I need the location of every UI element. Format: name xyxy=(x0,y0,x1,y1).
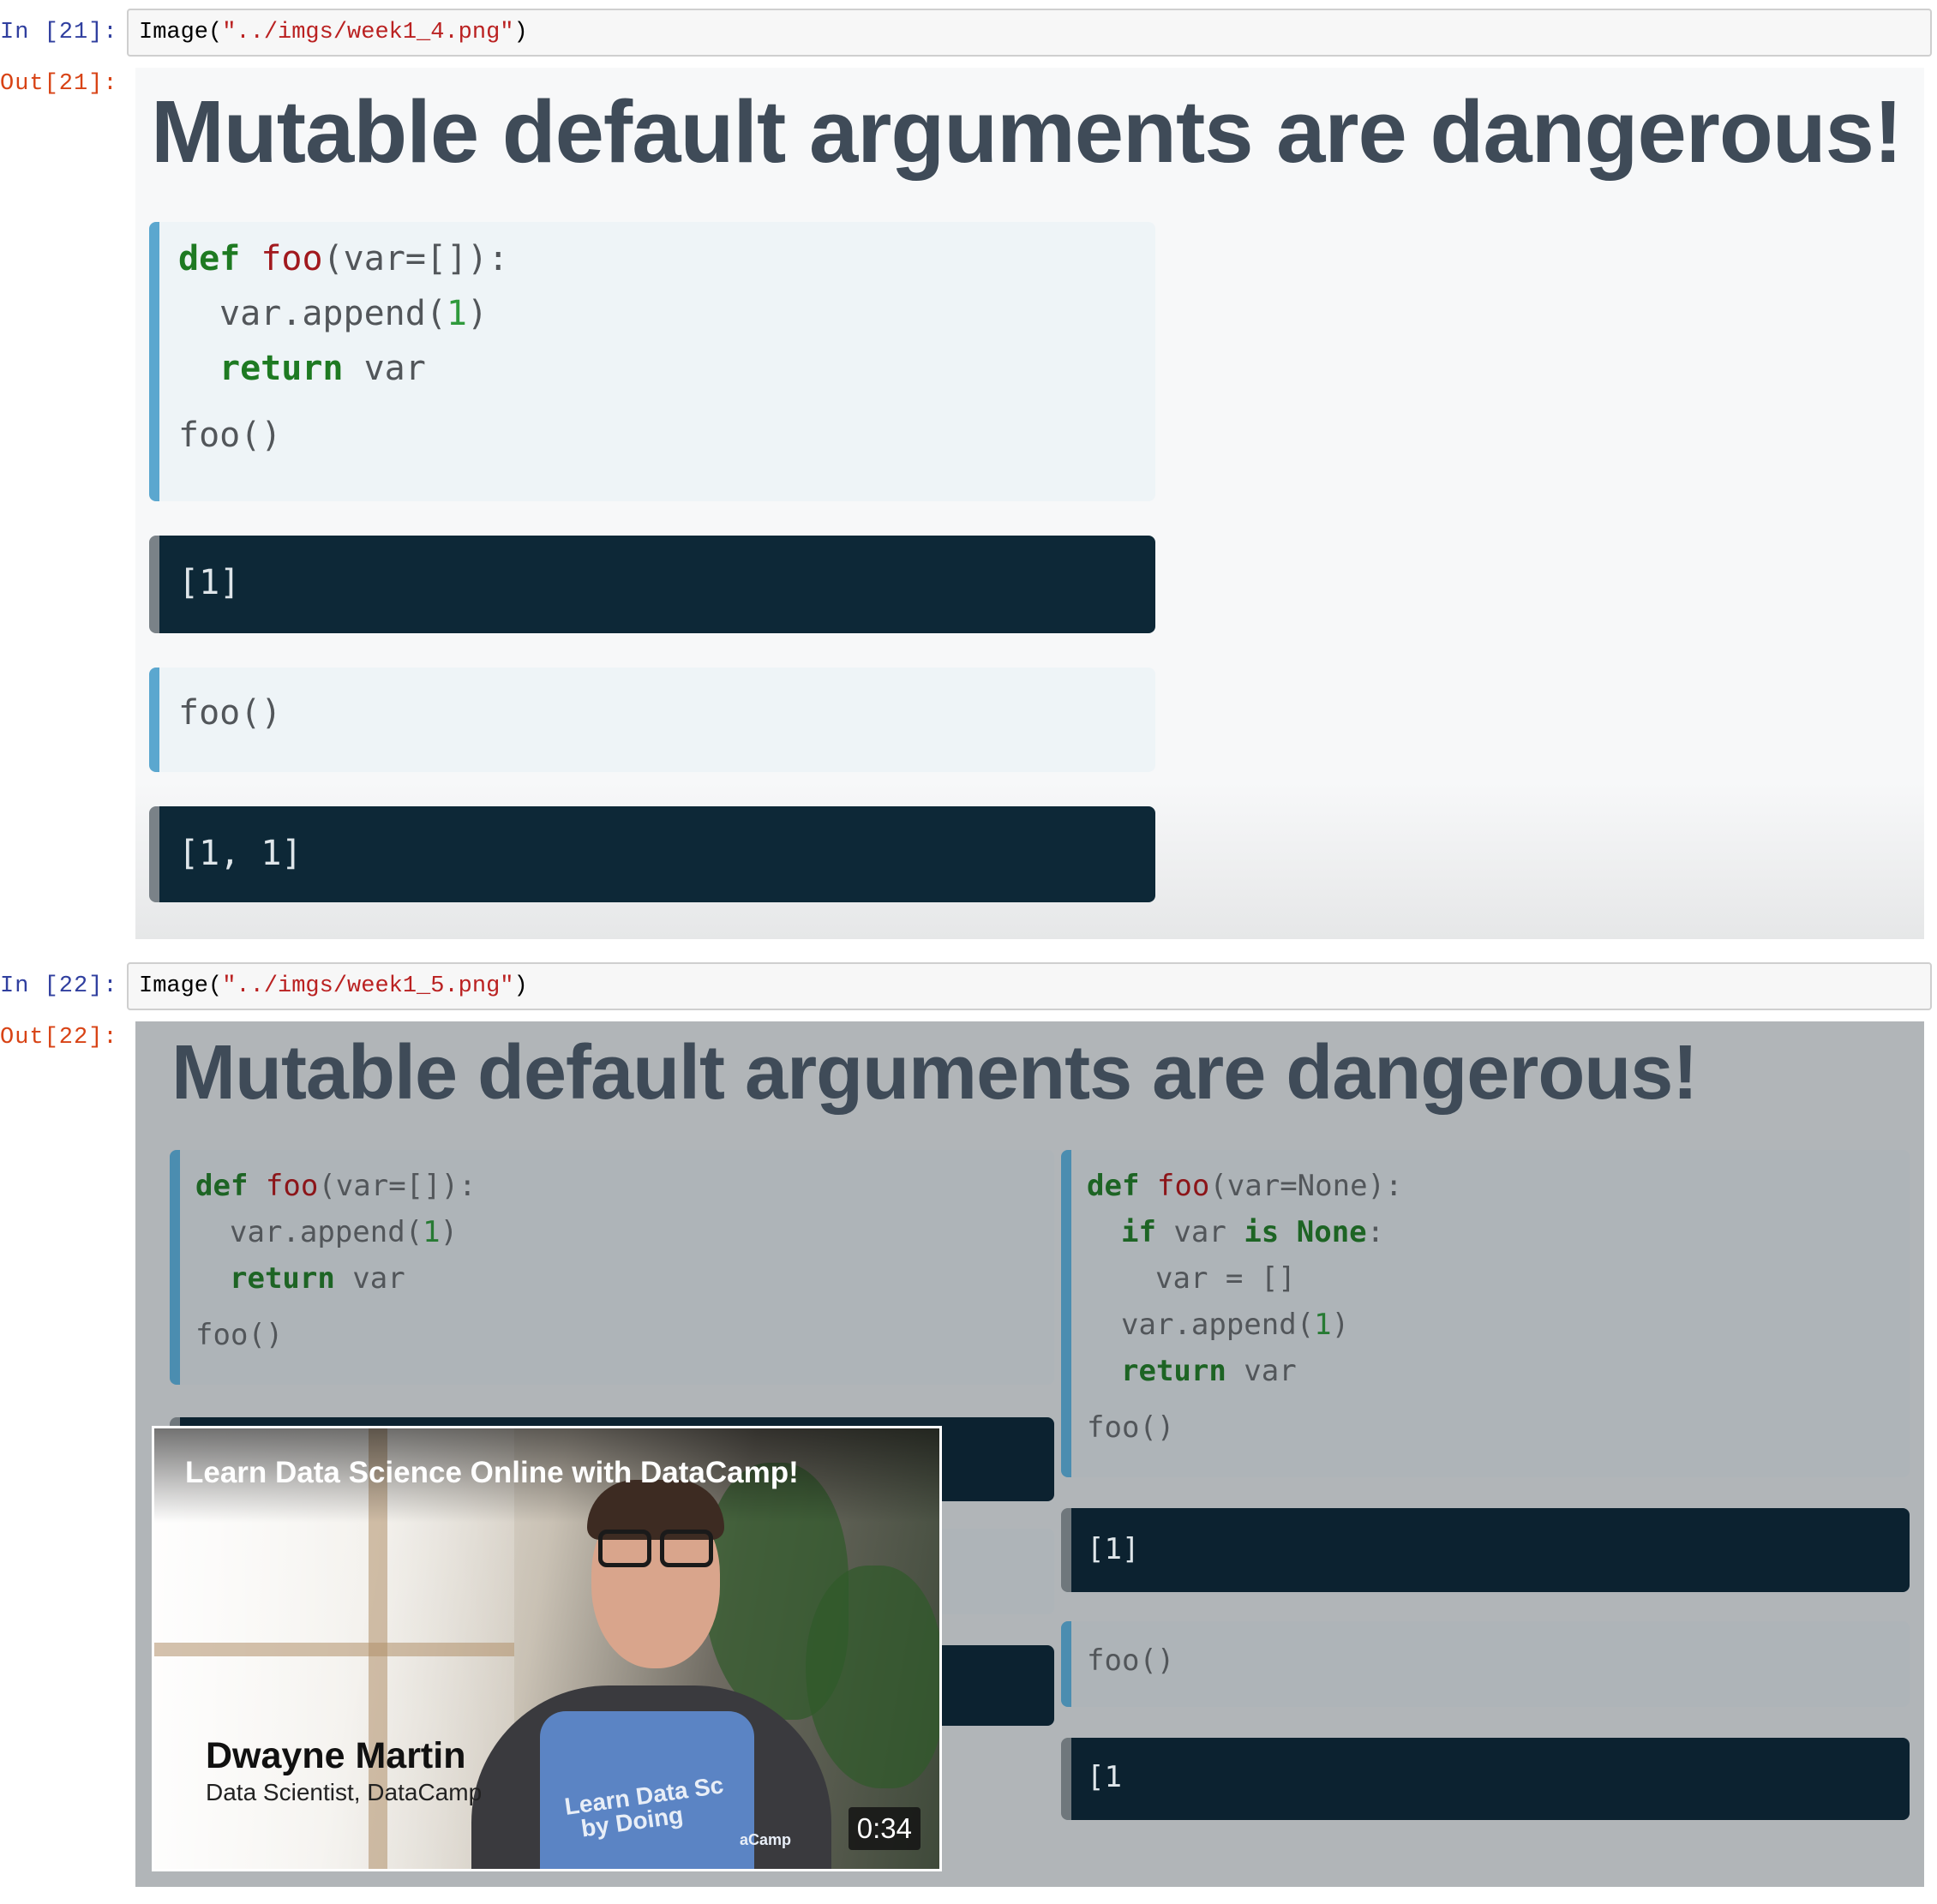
code-text: var.append( xyxy=(219,294,447,333)
input-prompt: In [22]: xyxy=(0,973,118,999)
code-output-block: [1] xyxy=(1061,1508,1910,1592)
code-line: foo() xyxy=(195,1318,284,1352)
keyword: def xyxy=(178,239,241,278)
function-name: foo xyxy=(261,239,323,278)
number-literal: 1 xyxy=(1314,1308,1332,1342)
output-text: [1] xyxy=(1087,1532,1140,1566)
code-text: var.append( xyxy=(230,1215,423,1249)
code-text: (var=None): xyxy=(1209,1169,1403,1203)
code-input-cell[interactable]: Image("../imgs/week1_4.png") xyxy=(127,9,1932,57)
output-text: [1 xyxy=(1087,1760,1122,1794)
code-line: def foo(var=[]): xyxy=(195,1169,477,1203)
input-prompt: In [21]: xyxy=(0,20,118,45)
code-line: return var xyxy=(230,1261,405,1296)
code-block: def foo(var=None): if var is None: var =… xyxy=(1061,1150,1910,1477)
number-literal: 1 xyxy=(446,294,467,333)
code-line: def foo(var=[]): xyxy=(178,239,508,278)
code-text: ) xyxy=(1331,1308,1350,1342)
output-image-slide: Mutable default arguments are dangerous!… xyxy=(135,68,1924,939)
glasses-icon xyxy=(598,1530,651,1567)
code-line: return var xyxy=(219,349,426,388)
code-line: var = [] xyxy=(1155,1261,1296,1296)
output-text: [1, 1] xyxy=(178,834,303,873)
code-text: var xyxy=(334,1261,405,1296)
keyword: None xyxy=(1296,1215,1367,1249)
function-name: foo xyxy=(1156,1169,1210,1203)
code-text: ) xyxy=(440,1215,459,1249)
code-text: ) xyxy=(467,294,489,333)
code-text: (var=[]): xyxy=(318,1169,477,1203)
presenter-lower-third: Dwayne Martin Data Scientist, DataCamp xyxy=(206,1735,482,1806)
code-block: foo() xyxy=(1061,1621,1910,1707)
code-line: if var is None: xyxy=(1121,1215,1384,1249)
code-string-literal: "../imgs/week1_4.png" xyxy=(222,20,514,45)
code-line: foo() xyxy=(178,416,282,455)
code-call: Image( xyxy=(139,20,223,45)
code-block: def foo(var=[]): var.append(1) return va… xyxy=(170,1150,1054,1385)
function-name: foo xyxy=(265,1169,319,1203)
code-line: return var xyxy=(1121,1354,1297,1388)
video-player[interactable]: Learn Data Sc by Doing aCamp Learn Data … xyxy=(152,1426,942,1871)
code-line: def foo(var=None): xyxy=(1087,1169,1403,1203)
number-literal: 1 xyxy=(423,1215,441,1249)
code-output-block: [1] xyxy=(149,536,1155,633)
presenter-role: Data Scientist, DataCamp xyxy=(206,1779,483,1805)
code-text: var.append( xyxy=(1121,1308,1315,1342)
output-text: [1] xyxy=(178,563,241,602)
glasses-icon xyxy=(660,1530,713,1567)
keyword: return xyxy=(219,349,344,388)
keyword: is xyxy=(1244,1215,1280,1249)
output-prompt: Out[22]: xyxy=(0,1025,118,1051)
code-block: foo() xyxy=(149,668,1155,772)
keyword: return xyxy=(230,1261,335,1296)
presenter-name: Dwayne Martin xyxy=(206,1735,466,1776)
plant-leaves xyxy=(806,1566,939,1788)
keyword: def xyxy=(1087,1169,1140,1203)
code-input-cell[interactable]: Image("../imgs/week1_5.png") xyxy=(127,962,1932,1010)
code-output-block: [1, 1] xyxy=(149,806,1155,902)
code-output-block: [1 xyxy=(1061,1738,1910,1820)
code-line: foo() xyxy=(1087,1410,1175,1445)
video-title[interactable]: Learn Data Science Online with DataCamp! xyxy=(185,1456,799,1490)
code-line: var.append(1) xyxy=(230,1215,458,1249)
slide-title: Mutable default arguments are dangerous! xyxy=(171,1030,1698,1116)
keyword: if xyxy=(1121,1215,1156,1249)
code-call-close: ) xyxy=(513,973,528,999)
code-string-literal: "../imgs/week1_5.png" xyxy=(222,973,514,999)
code-call: Image( xyxy=(139,973,223,999)
keyword: def xyxy=(195,1169,249,1203)
code-text: var xyxy=(1226,1354,1297,1388)
code-text: : xyxy=(1366,1215,1385,1249)
code-line: var.append(1) xyxy=(1121,1308,1349,1342)
code-call-close: ) xyxy=(513,20,528,45)
code-text: var xyxy=(343,349,426,388)
code-line: var.append(1) xyxy=(219,294,488,333)
code-text: foo() xyxy=(1087,1644,1175,1678)
code-text: (var=[]): xyxy=(322,239,509,278)
shirt-logo: aCamp xyxy=(740,1831,792,1848)
video-duration-badge: 0:34 xyxy=(848,1807,921,1850)
output-prompt: Out[21]: xyxy=(0,71,118,97)
code-block: def foo(var=[]): var.append(1) return va… xyxy=(149,222,1155,501)
slide-title: Mutable default arguments are dangerous! xyxy=(151,82,1903,181)
code-text: var xyxy=(1155,1215,1244,1249)
code-text: foo() xyxy=(178,693,282,733)
keyword: return xyxy=(1121,1354,1226,1388)
window-frame xyxy=(154,1643,514,1656)
